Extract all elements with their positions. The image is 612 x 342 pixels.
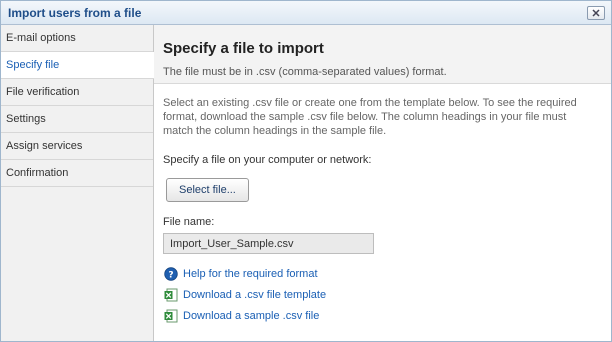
close-button[interactable] bbox=[587, 5, 605, 20]
title-bar: Import users from a file bbox=[1, 1, 611, 25]
help-format-link[interactable]: Help for the required format bbox=[183, 268, 318, 280]
download-template-link[interactable]: Download a .csv file template bbox=[183, 289, 326, 301]
import-users-dialog: Import users from a file E-mail options … bbox=[0, 0, 612, 342]
list-item: Download a .csv file template bbox=[163, 284, 602, 305]
sidebar-item-email-options[interactable]: E-mail options bbox=[1, 25, 153, 52]
list-item: Download a sample .csv file bbox=[163, 305, 602, 326]
sidebar-item-assign-services[interactable]: Assign services bbox=[1, 133, 153, 160]
svg-text:?: ? bbox=[168, 270, 173, 280]
sidebar-item-specify-file[interactable]: Specify file bbox=[1, 52, 154, 79]
step-subtitle: The file must be in .csv (comma-separate… bbox=[163, 66, 447, 78]
sidebar-item-settings[interactable]: Settings bbox=[1, 106, 153, 133]
help-icon: ? bbox=[163, 266, 178, 281]
sidebar-item-file-verification[interactable]: File verification bbox=[1, 79, 153, 106]
list-item: ? Help for the required format bbox=[163, 263, 602, 284]
download-sample-link[interactable]: Download a sample .csv file bbox=[183, 310, 319, 322]
select-file-button[interactable]: Select file... bbox=[166, 178, 249, 202]
file-name-label: File name: bbox=[163, 216, 215, 228]
link-list: ? Help for the required format Download … bbox=[163, 263, 602, 326]
excel-icon bbox=[163, 287, 178, 302]
wizard-sidebar: E-mail options Specify file File verific… bbox=[1, 25, 154, 341]
step-content: Select an existing .csv file or create o… bbox=[154, 84, 611, 326]
specify-file-label: Specify a file on your computer or netwo… bbox=[163, 154, 372, 166]
file-name-field[interactable] bbox=[163, 233, 374, 254]
close-icon bbox=[592, 8, 600, 17]
main-panel: Specify a file to import The file must b… bbox=[154, 25, 611, 341]
step-title: Specify a file to import bbox=[163, 40, 324, 57]
sidebar-item-confirmation[interactable]: Confirmation bbox=[1, 160, 153, 187]
intro-text: Select an existing .csv file or create o… bbox=[163, 97, 577, 137]
step-header: Specify a file to import The file must b… bbox=[154, 25, 611, 84]
dialog-title: Import users from a file bbox=[8, 5, 142, 20]
excel-icon bbox=[163, 308, 178, 323]
